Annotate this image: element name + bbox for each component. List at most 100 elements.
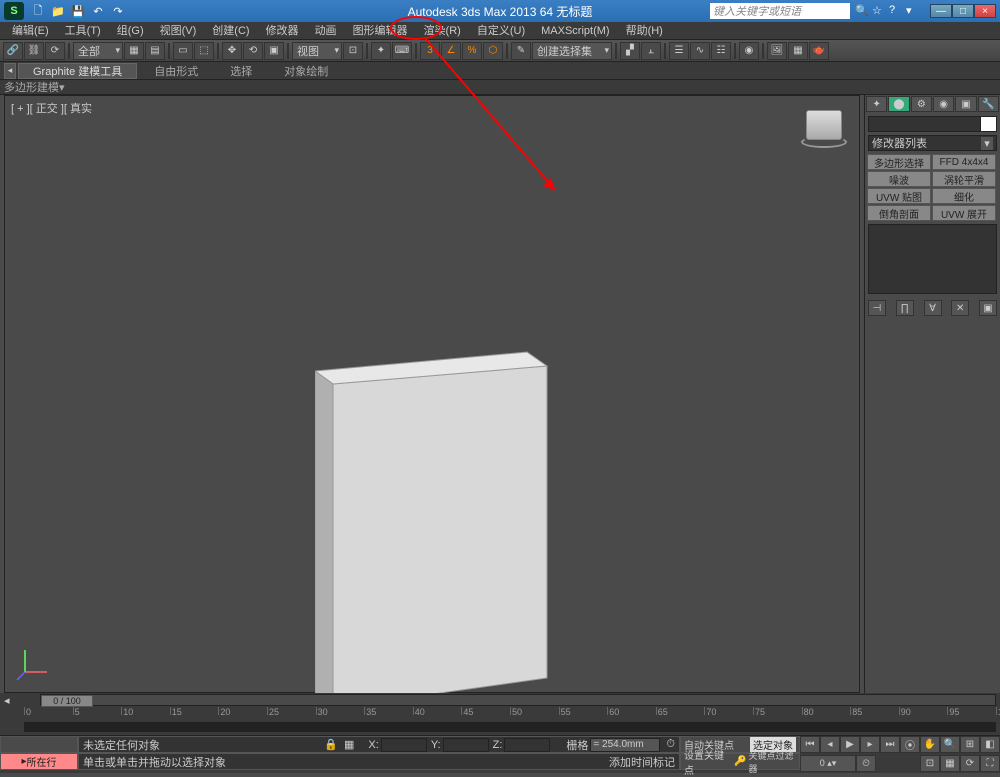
make-unique-icon[interactable]: ∀ xyxy=(924,300,942,316)
help-icon[interactable]: ? xyxy=(889,4,903,18)
mod-btn-uvwunwrap[interactable]: UVW 展开 xyxy=(932,205,996,221)
x-input[interactable] xyxy=(381,738,427,752)
menu-group[interactable]: 组(G) xyxy=(109,22,152,40)
ribbon-tab-paint[interactable]: 对象绘制 xyxy=(269,63,343,79)
pivot-icon[interactable]: ⊡ xyxy=(343,42,363,60)
time-ruler[interactable]: 0510152025303540455055606570758085909510… xyxy=(24,707,996,721)
ref-coord[interactable]: 视图 xyxy=(292,42,342,60)
remove-mod-icon[interactable]: ✕ xyxy=(951,300,969,316)
set-key-button[interactable]: 设置关键点🔑关键点过滤器 xyxy=(680,753,800,770)
render-frame-icon[interactable]: ▦ xyxy=(788,42,808,60)
fov-icon[interactable]: ◧ xyxy=(980,736,1000,753)
align-icon[interactable]: ⫠ xyxy=(641,42,661,60)
time-config-icon[interactable]: ⏲ xyxy=(856,755,876,772)
rect-select-icon[interactable]: ▭ xyxy=(173,42,193,60)
undo-icon[interactable]: ↶ xyxy=(90,3,106,19)
menu-view[interactable]: 视图(V) xyxy=(152,22,205,40)
motion-tab-icon[interactable]: ◉ xyxy=(933,96,954,112)
play-icon[interactable]: ▶ xyxy=(840,736,860,753)
zoom-icon[interactable]: 🔍 xyxy=(940,736,960,753)
mod-btn-ffd[interactable]: FFD 4x4x4 xyxy=(932,154,996,170)
add-time-tag[interactable]: 添加时间标记 xyxy=(609,754,675,770)
open-icon[interactable]: 📁 xyxy=(50,3,66,19)
unlink-icon[interactable]: ⛓ xyxy=(24,42,44,60)
zoom-extents-icon[interactable]: ⊡ xyxy=(920,755,940,772)
time-slider-track[interactable]: 0 / 100 xyxy=(40,694,996,706)
named-sel-combo[interactable]: 创建选择集 xyxy=(532,42,612,60)
modifier-list[interactable]: 修改器列表 xyxy=(868,135,997,151)
schematic-icon[interactable]: ☷ xyxy=(711,42,731,60)
zoom-extents-all-icon[interactable]: ▦ xyxy=(940,755,960,772)
ribbon-tab-freeform[interactable]: 自由形式 xyxy=(139,63,213,79)
lock-icon[interactable]: 🔒 xyxy=(324,738,338,751)
named-sel-icon[interactable]: ✎ xyxy=(511,42,531,60)
box-object[interactable] xyxy=(315,276,575,696)
mod-btn-polyselect[interactable]: 多边形选择 xyxy=(867,154,931,170)
viewport[interactable]: [ + ][ 正交 ][ 真实 xyxy=(4,95,860,693)
keyboard-icon[interactable]: ⌨ xyxy=(392,42,412,60)
move-icon[interactable]: ✥ xyxy=(222,42,242,60)
pan-icon[interactable]: ✋ xyxy=(920,736,940,753)
close-button[interactable]: × xyxy=(974,4,996,18)
new-icon[interactable]: 🗋 xyxy=(30,3,46,19)
menu-render[interactable]: 渲染(R) xyxy=(416,22,469,40)
mod-btn-tessellate[interactable]: 细化 xyxy=(932,188,996,204)
menu-edit[interactable]: 编辑(E) xyxy=(4,22,57,40)
ribbon-sub[interactable]: 多边形建模 ▾ xyxy=(0,80,1000,95)
mod-btn-noise[interactable]: 噪波 xyxy=(867,171,931,187)
search-glass-icon[interactable]: 🔍 xyxy=(855,4,869,18)
render-icon[interactable]: 🫖 xyxy=(809,42,829,60)
time-slider-thumb[interactable]: 0 / 100 xyxy=(41,695,93,707)
window-icon[interactable]: ⬚ xyxy=(194,42,214,60)
link-icon[interactable]: 🔗 xyxy=(3,42,23,60)
scale-icon[interactable]: ▣ xyxy=(264,42,284,60)
rotate-icon[interactable]: ⟲ xyxy=(243,42,263,60)
modifier-stack[interactable] xyxy=(868,224,997,294)
star-icon[interactable]: ☆ xyxy=(872,4,886,18)
configure-icon[interactable]: ▣ xyxy=(979,300,997,316)
hierarchy-tab-icon[interactable]: ⚙ xyxy=(911,96,932,112)
key-mode-icon[interactable]: ⦿ xyxy=(900,736,920,753)
ribbon-prev-icon[interactable]: ◂ xyxy=(4,63,16,79)
viewport-label[interactable]: [ + ][ 正交 ][ 真实 xyxy=(11,100,92,116)
redo-icon[interactable]: ↷ xyxy=(110,3,126,19)
ribbon-tab-select[interactable]: 选择 xyxy=(215,63,267,79)
y-input[interactable] xyxy=(443,738,489,752)
manip-icon[interactable]: ✦ xyxy=(371,42,391,60)
modify-tab-icon[interactable]: ⬤ xyxy=(888,96,909,112)
angle-snap-icon[interactable]: ∠ xyxy=(441,42,461,60)
menu-tools[interactable]: 工具(T) xyxy=(57,22,109,40)
more-icon[interactable]: ▾ xyxy=(906,4,920,18)
material-icon[interactable]: ◉ xyxy=(739,42,759,60)
layers-icon[interactable]: ☰ xyxy=(669,42,689,60)
ribbon-tab-graphite[interactable]: Graphite 建模工具 xyxy=(18,63,137,79)
utility-tab-icon[interactable]: 🔧 xyxy=(978,96,999,112)
render-setup-icon[interactable]: 🖼 xyxy=(767,42,787,60)
save-icon[interactable]: 💾 xyxy=(70,3,86,19)
object-name-field[interactable] xyxy=(868,116,997,132)
menu-animation[interactable]: 动画 xyxy=(307,22,345,40)
menu-help[interactable]: 帮助(H) xyxy=(618,22,671,40)
mirror-icon[interactable]: ▞ xyxy=(620,42,640,60)
menu-grapheditors[interactable]: 图形编辑器 xyxy=(345,22,416,40)
active-row-indicator[interactable]: ▸ 所在行 xyxy=(0,753,78,770)
minimize-button[interactable]: — xyxy=(930,4,952,18)
object-color-swatch[interactable] xyxy=(980,117,996,131)
snap-icon[interactable]: 3 xyxy=(420,42,440,60)
maximize-button[interactable]: □ xyxy=(952,4,974,18)
select-icon[interactable]: ▦ xyxy=(124,42,144,60)
menu-maxscript[interactable]: MAXScript(M) xyxy=(533,22,617,40)
maximize-viewport-icon[interactable]: ⛶ xyxy=(980,755,1000,772)
mod-btn-turbosmooth[interactable]: 涡轮平滑 xyxy=(932,171,996,187)
coord-toggle-icon[interactable]: ▦ xyxy=(344,738,354,751)
selection-filter[interactable]: 全部 xyxy=(73,42,123,60)
spinner-snap-icon[interactable]: ⬡ xyxy=(483,42,503,60)
prev-frame-icon[interactable]: ◂ xyxy=(820,736,840,753)
display-tab-icon[interactable]: ▣ xyxy=(955,96,976,112)
goto-end-icon[interactable]: ⏭ xyxy=(880,736,900,753)
bind-icon[interactable]: ⟳ xyxy=(45,42,65,60)
orbit-icon[interactable]: ⟳ xyxy=(960,755,980,772)
viewcube[interactable] xyxy=(799,104,849,164)
curve-editor-icon[interactable]: ∿ xyxy=(690,42,710,60)
menu-create[interactable]: 创建(C) xyxy=(204,22,257,40)
